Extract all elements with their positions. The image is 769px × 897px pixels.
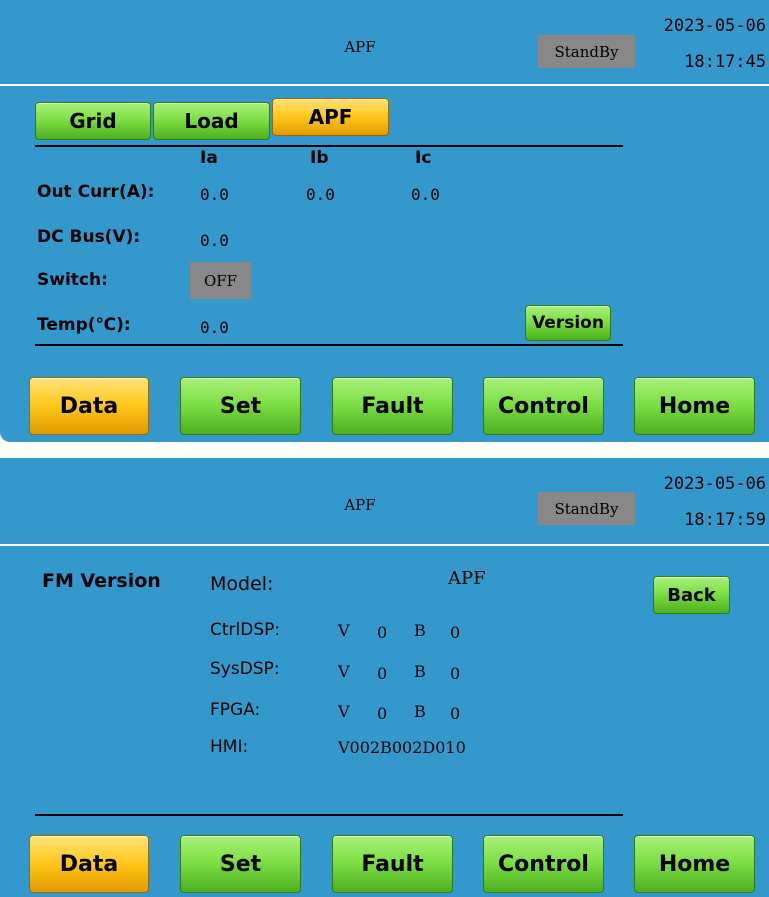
fpga-v-value: 0 <box>377 704 388 723</box>
time-display: 18:17:59 <box>684 510 766 530</box>
nav-set-button[interactable]: Set <box>180 377 301 435</box>
content-bottom-divider <box>35 814 623 816</box>
ctrldsp-v-label: V <box>338 621 350 640</box>
fpga-b-label: B <box>414 702 426 721</box>
column-header-ib: Ib <box>310 148 329 168</box>
nav-data-button[interactable]: Data <box>29 377 149 435</box>
date-display: 2023-05-06 <box>663 16 766 36</box>
version-button[interactable]: Version <box>525 305 611 341</box>
time-display: 18:17:45 <box>684 52 766 72</box>
temp-label: Temp(℃): <box>37 315 131 335</box>
sysdsp-b-label: B <box>414 662 426 681</box>
header-bar: APF StandBy 2023-05-06 18:17:59 <box>0 458 769 546</box>
status-indicator: StandBy <box>538 35 635 68</box>
fm-version-title: FM Version <box>42 570 161 592</box>
nav-home-button[interactable]: Home <box>634 835 755 893</box>
nav-home-button[interactable]: Home <box>634 377 755 435</box>
fpga-label: FPGA: <box>210 700 261 720</box>
tab-grid[interactable]: Grid <box>35 102 151 140</box>
header-divider <box>0 544 769 546</box>
dc-bus-label: DC Bus(V): <box>37 227 141 247</box>
hmi-label: HMI: <box>210 737 249 757</box>
fpga-v-label: V <box>338 702 350 721</box>
ctrldsp-b-label: B <box>414 621 426 640</box>
column-header-ic: Ic <box>415 148 432 168</box>
table-top-divider <box>35 145 623 147</box>
sysdsp-b-value: 0 <box>450 664 461 683</box>
nav-set-button[interactable]: Set <box>180 835 301 893</box>
table-bottom-divider <box>35 344 623 346</box>
header-bar: APF StandBy 2023-05-06 18:17:45 <box>0 0 769 86</box>
apf-data-screen: APF StandBy 2023-05-06 18:17:45 Grid Loa… <box>0 0 769 442</box>
nav-control-button[interactable]: Control <box>483 377 604 435</box>
switch-label: Switch: <box>37 270 108 290</box>
nav-fault-button[interactable]: Fault <box>332 377 453 435</box>
nav-fault-button[interactable]: Fault <box>332 835 453 893</box>
model-label: Model: <box>210 573 274 595</box>
date-display: 2023-05-06 <box>663 474 766 494</box>
out-curr-ib-value: 0.0 <box>306 185 335 204</box>
switch-state-value: OFF <box>190 262 251 299</box>
sysdsp-v-label: V <box>338 662 350 681</box>
tab-apf[interactable]: APF <box>272 98 389 136</box>
sysdsp-v-value: 0 <box>377 664 388 683</box>
screen-title: APF <box>344 38 376 56</box>
ctrldsp-label: CtrlDSP: <box>210 620 281 640</box>
ctrldsp-b-value: 0 <box>450 623 461 642</box>
temp-value: 0.0 <box>200 318 229 337</box>
ctrldsp-v-value: 0 <box>377 623 388 642</box>
screen-title: APF <box>344 496 376 514</box>
nav-data-button[interactable]: Data <box>29 835 149 893</box>
status-indicator: StandBy <box>538 492 635 525</box>
tab-load[interactable]: Load <box>153 102 270 140</box>
back-button[interactable]: Back <box>653 576 730 614</box>
header-divider <box>0 84 769 86</box>
out-curr-label: Out Curr(A): <box>37 182 155 202</box>
hmi-value: V002B002D010 <box>338 738 466 757</box>
dc-bus-value: 0.0 <box>200 231 229 250</box>
sysdsp-label: SysDSP: <box>210 659 280 679</box>
column-header-ia: Ia <box>200 148 218 168</box>
out-curr-ic-value: 0.0 <box>411 185 440 204</box>
nav-control-button[interactable]: Control <box>483 835 604 893</box>
fpga-b-value: 0 <box>450 704 461 723</box>
out-curr-ia-value: 0.0 <box>200 185 229 204</box>
fm-version-screen: APF StandBy 2023-05-06 18:17:59 FM Versi… <box>0 458 769 897</box>
model-value: APF <box>448 568 486 589</box>
